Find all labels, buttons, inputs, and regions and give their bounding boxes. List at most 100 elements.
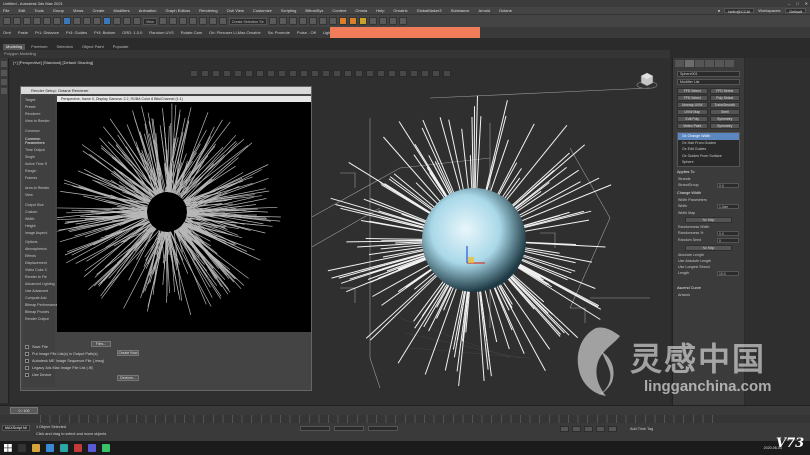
random-seed-input[interactable]: 0 [717, 237, 739, 243]
opt-effects[interactable]: Effects [25, 254, 53, 258]
percent-snap-icon[interactable] [198, 17, 207, 25]
area-to-render-value[interactable]: View [25, 193, 53, 197]
render-icon[interactable] [358, 17, 367, 25]
scale-icon[interactable] [123, 17, 131, 25]
curve-editor-icon[interactable] [308, 17, 317, 25]
display-tab-icon[interactable] [715, 60, 724, 67]
menu-item[interactable]: Omnia [355, 8, 367, 13]
filter-icon[interactable] [53, 17, 61, 25]
modifier-set-button[interactable]: Shell [709, 109, 740, 115]
menu-item[interactable]: Group [53, 8, 64, 13]
toolbar2-button[interactable]: Sa: Promote [268, 30, 290, 35]
use-device-checkbox[interactable] [25, 373, 29, 377]
utilities-tab-icon[interactable] [725, 60, 734, 67]
common-params-header[interactable]: Common Parameters [25, 137, 53, 145]
scene-explorer-icon[interactable] [298, 17, 307, 25]
search-icon[interactable] [18, 444, 26, 452]
minimize-icon[interactable]: – [788, 1, 790, 6]
menu-item[interactable]: File [3, 8, 9, 13]
modifier-set-button[interactable]: TurboSmooth [709, 102, 740, 108]
use-abs-length-label[interactable]: Use Absolute Length [678, 259, 711, 263]
files-button[interactable]: Files... [91, 341, 111, 347]
modifier-set-button[interactable]: FFD Select [677, 95, 708, 101]
region-select-icon[interactable] [83, 17, 91, 25]
put-image-checkbox[interactable] [25, 352, 29, 356]
link-icon[interactable] [23, 17, 31, 25]
menu-item[interactable]: Ornatrix [393, 8, 407, 13]
menu-item[interactable]: Graph Editors [165, 8, 190, 13]
menu-item[interactable]: Scripting [281, 8, 297, 13]
left-tool-2-icon[interactable] [1, 70, 7, 76]
opt-render-fields[interactable]: Render to Fie [25, 275, 53, 279]
toolbar2-button[interactable]: Ori: Plexuser Li-Max.Ornatrix [209, 30, 261, 35]
workspace-dropdown[interactable]: Default [785, 8, 806, 14]
create-now-button[interactable]: Create Now [117, 350, 139, 356]
go-to-end-icon[interactable] [608, 426, 617, 432]
menu-item[interactable]: BifrostSys [305, 8, 323, 13]
active-time-option[interactable]: Active Time S [25, 162, 53, 166]
render-setup-icon[interactable] [338, 17, 347, 25]
bind-icon[interactable] [43, 17, 51, 25]
randomness-pct-input[interactable]: 0.0 [717, 230, 739, 236]
length-input[interactable]: 10.0 [717, 270, 739, 276]
autodesk-seq-radio[interactable] [25, 359, 29, 363]
modifier-set-button[interactable]: FFD Select [677, 88, 708, 94]
toolbar2-button[interactable]: Pr3: Bottom [94, 30, 115, 35]
compute-advanced-option[interactable]: Compute Adv [25, 296, 53, 300]
windows-start-icon[interactable] [4, 444, 12, 452]
menu-item[interactable]: Edit [18, 8, 25, 13]
align-icon[interactable] [278, 17, 287, 25]
3dsmax-taskbar-icon[interactable] [60, 444, 68, 452]
pivot-icon[interactable] [158, 17, 167, 25]
modifier-list-dropdown[interactable]: Modifier List [677, 79, 740, 85]
menu-item[interactable]: Customize [253, 8, 272, 13]
unlink-icon[interactable] [33, 17, 41, 25]
output-size-dropdown[interactable]: Custom [25, 210, 53, 214]
schematic-icon[interactable] [318, 17, 327, 25]
x-coordinate-field[interactable] [300, 426, 330, 431]
menu-item[interactable]: Octane [499, 8, 512, 13]
redo-icon[interactable] [13, 17, 21, 25]
save-file-checkbox[interactable] [25, 345, 29, 349]
change-width-rollout[interactable]: Change Width [677, 191, 740, 195]
toolbar2-button[interactable]: Paste [18, 30, 28, 35]
toolbar2-button[interactable]: Random UVS [149, 30, 173, 35]
toolbar2-button[interactable]: Pulse - Off [297, 30, 316, 35]
selection-set-dropdown[interactable]: Create Selection Se [228, 17, 267, 25]
opt-displacement[interactable]: Displacement [25, 261, 53, 265]
menu-item[interactable]: Animation [139, 8, 157, 13]
maximize-icon[interactable]: □ [796, 1, 798, 6]
toolbar2-button[interactable]: Ornt [3, 30, 11, 35]
arnold-icon[interactable] [378, 17, 387, 25]
devices-button[interactable]: Devices... [117, 375, 139, 381]
render-frame-icon[interactable] [348, 17, 357, 25]
sphere-object[interactable] [422, 188, 526, 292]
modifier-set-button[interactable]: Vertex Paint [677, 123, 708, 129]
toolbar2-button[interactable]: Pr3: Guides [66, 30, 87, 35]
modifier-set-button[interactable]: Poly Select [709, 95, 740, 101]
layer-icon[interactable] [288, 17, 297, 25]
viewcube[interactable] [636, 70, 658, 90]
go-to-start-icon[interactable] [560, 426, 569, 432]
legacy-seq-radio[interactable] [25, 366, 29, 370]
menu-item[interactable]: GlobalMaker3 [417, 8, 442, 13]
frames-option[interactable]: Frames [25, 176, 53, 180]
opt-atmospherics[interactable]: Atmospherics [25, 247, 53, 251]
randomness-map-button[interactable]: No Map [685, 244, 732, 251]
mirror-icon[interactable] [268, 17, 277, 25]
modifier-set-button[interactable]: Symmetry [709, 123, 740, 129]
menu-item[interactable]: Substance [451, 8, 470, 13]
width-input[interactable]: 1.0cm [717, 203, 739, 209]
menu-item[interactable]: Views [73, 8, 84, 13]
ornatrix-icon[interactable] [398, 17, 407, 25]
undo-icon[interactable] [3, 17, 11, 25]
toolbar2-button[interactable]: Pr1: Distance [35, 30, 59, 35]
applies-to-rollout[interactable]: Applies To [677, 170, 740, 174]
modifier-set-button[interactable]: Symmetry [709, 116, 740, 122]
material-editor-icon[interactable] [328, 17, 337, 25]
single-option[interactable]: Single [25, 155, 53, 159]
create-tab-icon[interactable] [675, 60, 684, 67]
z-coordinate-field[interactable] [368, 426, 398, 431]
previous-frame-icon[interactable] [572, 426, 581, 432]
menu-item[interactable]: Help [376, 8, 384, 13]
